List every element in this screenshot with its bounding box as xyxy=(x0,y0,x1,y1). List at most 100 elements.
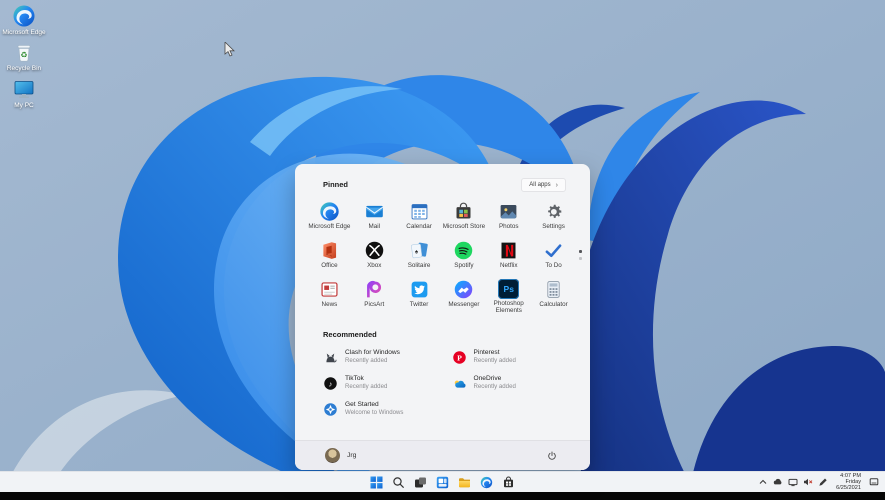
app-label: Spotify xyxy=(454,263,473,270)
file-explorer-button[interactable] xyxy=(458,476,471,489)
store-taskbar-button[interactable] xyxy=(502,476,515,489)
svg-text:P: P xyxy=(457,353,462,362)
start-button[interactable] xyxy=(370,476,383,489)
tray-chevron-up-icon[interactable] xyxy=(758,477,768,487)
recommended-subtitle: Welcome to Windows xyxy=(345,409,403,416)
pinned-app-photoshop-elements[interactable]: Ps Photoshop Elements xyxy=(486,276,531,315)
pen-tray-icon[interactable] xyxy=(818,477,828,487)
get-started-icon xyxy=(323,402,338,417)
onedrive-cloud-icon xyxy=(452,376,467,391)
pinned-app-calendar[interactable]: Calendar xyxy=(397,198,442,237)
recommended-tiktok[interactable]: ♪ TikTok Recently added xyxy=(319,370,448,396)
taskbar-center xyxy=(0,472,885,492)
recommended-pinterest[interactable]: P Pinterest Recently added xyxy=(448,344,577,370)
pinned-app-xbox[interactable]: Xbox xyxy=(352,237,397,276)
display-tray-icon[interactable] xyxy=(788,477,798,487)
app-label: Microsoft Edge xyxy=(308,224,350,231)
app-label: Calendar xyxy=(406,224,432,231)
app-label: Messenger xyxy=(448,302,479,309)
edge-icon xyxy=(319,201,340,222)
app-label: PicsArt xyxy=(364,302,384,309)
recommended-title: Get Started xyxy=(345,401,403,409)
user-avatar xyxy=(325,448,340,463)
news-icon xyxy=(319,279,340,300)
recommended-get-started[interactable]: Get Started Welcome to Windows xyxy=(319,396,448,422)
clock[interactable]: 4:07 PM Friday 6/25/2021 xyxy=(833,473,864,492)
taskbar: 4:07 PM Friday 6/25/2021 xyxy=(0,471,885,492)
gear-icon xyxy=(543,201,564,222)
xbox-icon xyxy=(364,240,385,261)
clock-date: 6/25/2021 xyxy=(836,485,861,491)
app-label: Settings xyxy=(542,224,565,231)
volume-muted-icon[interactable] xyxy=(803,477,813,487)
user-profile-button[interactable]: Jrg xyxy=(325,448,356,463)
calendar-icon xyxy=(409,201,430,222)
user-name: Jrg xyxy=(347,452,356,459)
pinned-app-calculator[interactable]: Calculator xyxy=(531,276,576,315)
tiktok-icon: ♪ xyxy=(323,376,338,391)
start-menu-footer: Jrg xyxy=(295,440,590,470)
pinned-app-microsoft-edge[interactable]: Microsoft Edge xyxy=(307,198,352,237)
pinned-app-photos[interactable]: Photos xyxy=(486,198,531,237)
svg-text:♻: ♻ xyxy=(20,51,27,60)
recommended-subtitle: Recently added xyxy=(345,357,400,364)
desktop-icon-label: Recycle Bin xyxy=(7,65,41,72)
widgets-button[interactable] xyxy=(436,476,449,489)
power-button[interactable] xyxy=(544,448,560,464)
pinterest-icon: P xyxy=(452,350,467,365)
notification-center-icon[interactable] xyxy=(869,477,879,487)
start-menu: Pinned All apps › Microsoft Edge Mail xyxy=(295,164,590,470)
desktop-icon-microsoft-edge[interactable]: Microsoft Edge xyxy=(2,4,46,36)
page-dot xyxy=(579,257,582,260)
app-label: News xyxy=(322,302,338,309)
recommended-title: Clash for Windows xyxy=(345,349,400,357)
app-label: Calculator xyxy=(539,302,567,309)
recommended-title: Pinterest xyxy=(474,349,516,357)
pinned-app-spotify[interactable]: Spotify xyxy=(441,237,486,276)
spotify-icon xyxy=(453,240,474,261)
desktop-icon-label: Microsoft Edge xyxy=(2,29,45,36)
recommended-clash-for-windows[interactable]: Clash for Windows Recently added xyxy=(319,344,448,370)
app-label: Photoshop Elements xyxy=(486,301,531,315)
recommended-subtitle: Recently added xyxy=(474,383,516,390)
task-view-button[interactable] xyxy=(414,476,427,489)
pinned-app-picsart[interactable]: PicsArt xyxy=(352,276,397,315)
pinned-app-office[interactable]: Office xyxy=(307,237,352,276)
pinned-app-mail[interactable]: Mail xyxy=(352,198,397,237)
recommended-title: OneDrive xyxy=(474,375,516,383)
power-icon xyxy=(547,451,557,461)
recommended-subtitle: Recently added xyxy=(474,357,516,364)
app-label: Mail xyxy=(368,224,380,231)
chevron-right-icon: › xyxy=(556,182,558,189)
photos-icon xyxy=(498,201,519,222)
pinned-app-microsoft-store[interactable]: Microsoft Store xyxy=(441,198,486,237)
pinned-app-news[interactable]: News xyxy=(307,276,352,315)
calculator-icon xyxy=(543,279,564,300)
svg-text:♪: ♪ xyxy=(329,379,333,388)
all-apps-button[interactable]: All apps › xyxy=(521,178,566,192)
computer-icon xyxy=(12,77,36,101)
recommended-subtitle: Recently added xyxy=(345,383,387,390)
recycle-bin-icon: ♻ xyxy=(12,40,36,64)
pinned-app-messenger[interactable]: Messenger xyxy=(441,276,486,315)
onedrive-tray-icon[interactable] xyxy=(773,477,783,487)
pinned-app-twitter[interactable]: Twitter xyxy=(397,276,442,315)
pinned-app-solitaire[interactable]: ♠ Solitaire xyxy=(397,237,442,276)
edge-taskbar-button[interactable] xyxy=(480,476,493,489)
pinned-app-netflix[interactable]: Netflix xyxy=(486,237,531,276)
pinned-app-settings[interactable]: Settings xyxy=(531,198,576,237)
desktop-icon-my-pc[interactable]: My PC xyxy=(2,77,46,109)
pinned-pagination[interactable] xyxy=(579,250,582,260)
recommended-list: Clash for Windows Recently added P Pinte… xyxy=(319,344,576,422)
pinned-app-to-do[interactable]: To Do xyxy=(531,237,576,276)
desktop-icon-recycle-bin[interactable]: ♻ Recycle Bin xyxy=(2,40,46,72)
app-label: Xbox xyxy=(367,263,381,270)
page-dot-active xyxy=(579,250,582,253)
app-label: Microsoft Store xyxy=(443,224,485,231)
app-label: Office xyxy=(321,263,337,270)
pinned-section-title: Pinned xyxy=(323,180,348,189)
app-label: Twitter xyxy=(410,302,429,309)
search-button[interactable] xyxy=(392,476,405,489)
system-tray: 4:07 PM Friday 6/25/2021 xyxy=(758,472,879,492)
recommended-onedrive[interactable]: OneDrive Recently added xyxy=(448,370,577,396)
